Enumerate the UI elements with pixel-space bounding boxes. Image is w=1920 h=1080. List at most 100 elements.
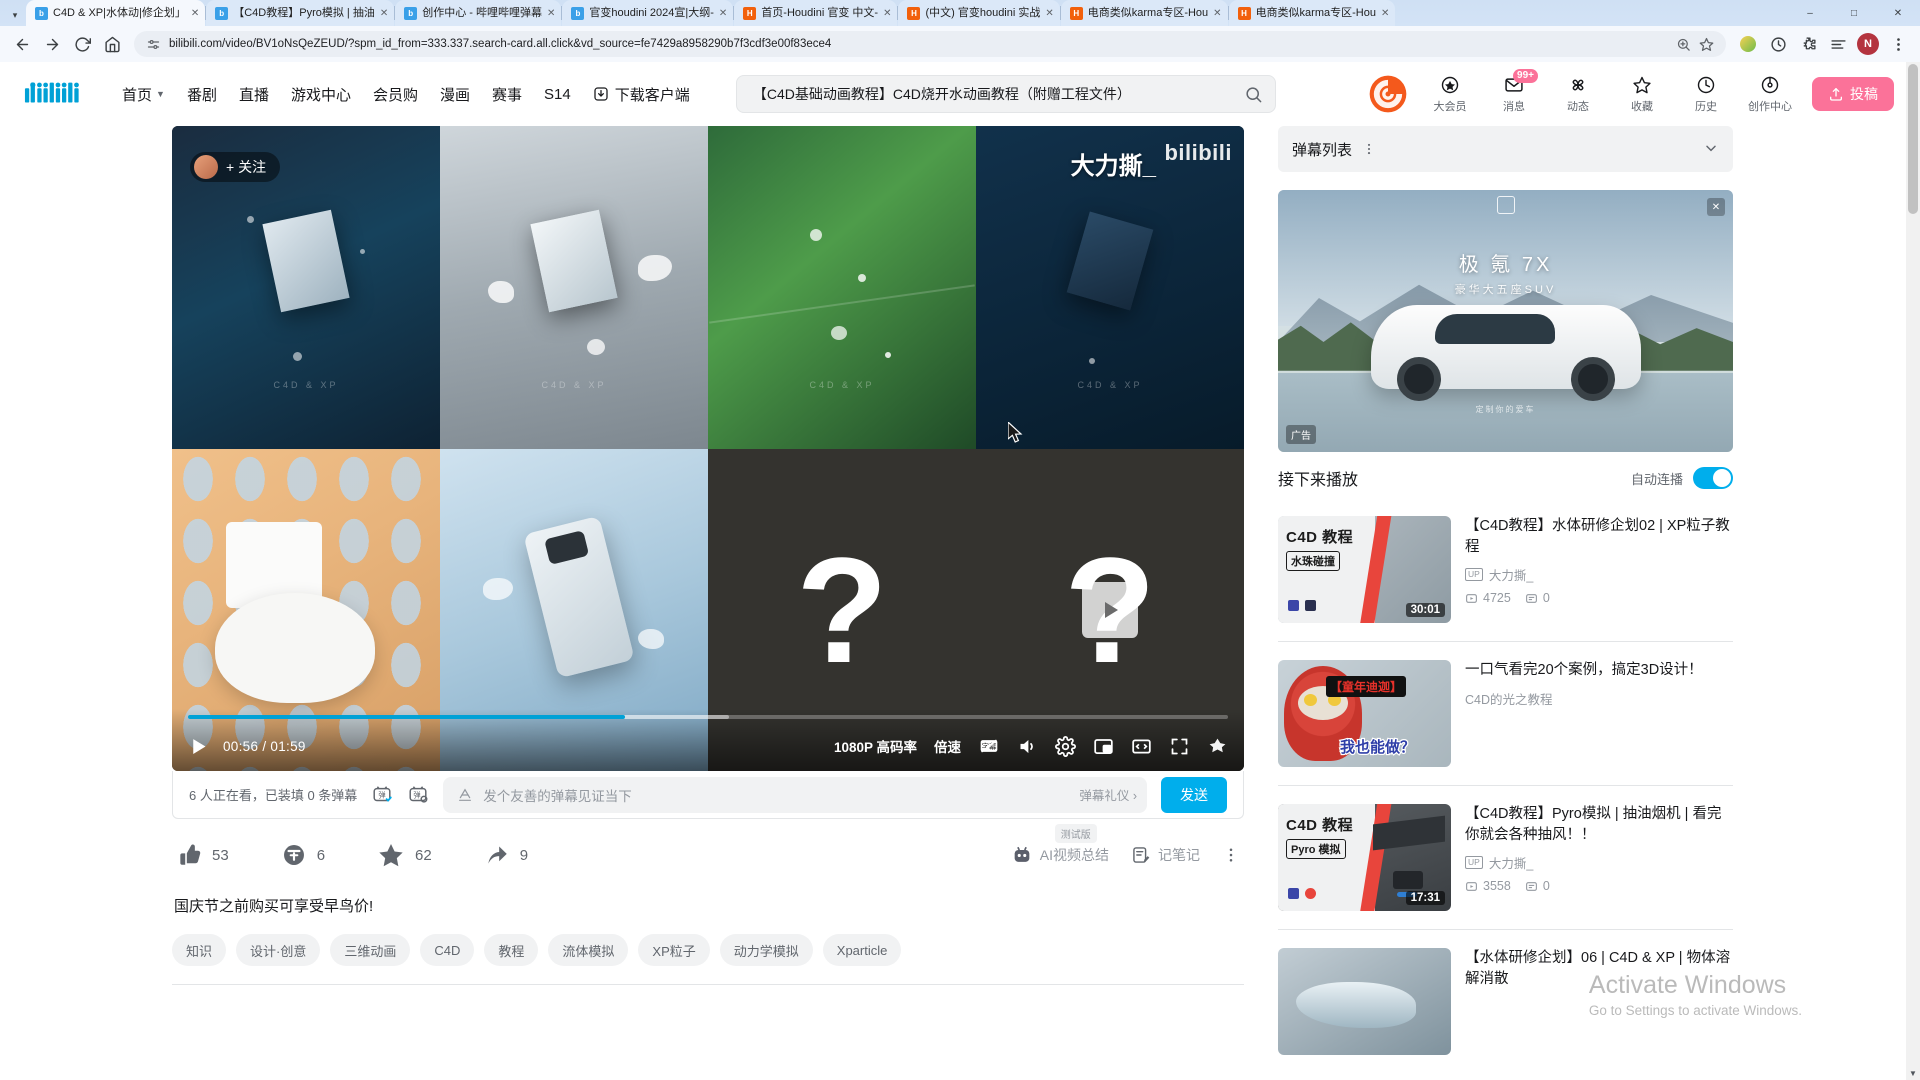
- autoplay-toggle-wrap[interactable]: 自动连播: [1631, 467, 1733, 489]
- scroll-down-icon[interactable]: ▼: [1906, 1066, 1920, 1080]
- reload-icon[interactable]: [68, 30, 96, 58]
- share-button[interactable]: 9: [484, 842, 528, 868]
- close-icon[interactable]: ✕: [380, 8, 388, 19]
- theater-icon[interactable]: [1207, 736, 1228, 757]
- tag-item[interactable]: 设计·创意: [236, 934, 321, 966]
- back-icon[interactable]: [8, 30, 36, 58]
- header-item-avatar[interactable]: [1368, 74, 1408, 114]
- send-danmaku-button[interactable]: 发送: [1161, 776, 1227, 813]
- browser-tab[interactable]: b 创作中心 - 哔哩哔哩弹幕 ✕: [395, 0, 562, 26]
- font-A-icon[interactable]: [457, 787, 473, 803]
- recommendation-uploader[interactable]: UP 大力撕_: [1465, 853, 1733, 872]
- tag-item[interactable]: Xparticle: [822, 934, 902, 966]
- forward-icon[interactable]: [38, 30, 66, 58]
- danmaku-input[interactable]: 发个友善的弹幕见证当下 弹幕礼仪 ›: [443, 776, 1147, 813]
- browser-tab[interactable]: H (中文) 官变houdini 实战 ✕: [898, 0, 1060, 26]
- tag-item[interactable]: XP粒子: [638, 934, 710, 966]
- video-thumbnail[interactable]: 【童年迪迦】 我也能做？: [1278, 660, 1451, 767]
- danmaku-placeholder[interactable]: 发个友善的弹幕见证当下: [483, 785, 1069, 805]
- bilibili-logo[interactable]: [24, 79, 100, 109]
- widescreen-icon[interactable]: [1131, 736, 1152, 757]
- more-vertical-icon[interactable]: [1222, 846, 1240, 864]
- close-icon[interactable]: ✕: [1213, 8, 1221, 19]
- tabstrip-scroll-left-icon[interactable]: ▾: [4, 4, 26, 26]
- video-thumbnail[interactable]: [1278, 948, 1451, 1055]
- danmaku-etiquette-link[interactable]: 弹幕礼仪 ›: [1079, 785, 1137, 804]
- search-bar[interactable]: 【C4D基础动画教程】C4D烧开水动画教程（附赠工程文件）: [735, 75, 1276, 113]
- browser-menu-icon[interactable]: [1884, 30, 1912, 58]
- playback-speed-selector[interactable]: 倍速: [934, 736, 961, 756]
- recommendation-uploader[interactable]: UP 大力撕_: [1465, 565, 1733, 584]
- chevron-down-icon[interactable]: [1703, 140, 1719, 159]
- upload-button[interactable]: 投稿: [1811, 77, 1894, 111]
- nav-item-gamecenter[interactable]: 游戏中心: [291, 84, 351, 105]
- nav-item-s14[interactable]: S14: [544, 86, 571, 103]
- recommendation-item[interactable]: C4D 教程 Pyro 模拟 17:31 【C4D教程】Pyro模拟 | 抽油烟…: [1278, 792, 1733, 923]
- danmaku-filter-icon[interactable]: 弹: [371, 784, 393, 806]
- pip-icon[interactable]: [1093, 736, 1114, 757]
- extension-colored-icon[interactable]: [1734, 30, 1762, 58]
- ai-summary-button[interactable]: AI视频总结: [1011, 844, 1109, 866]
- progress-bar[interactable]: [188, 715, 1228, 719]
- scrollbar-thumb[interactable]: [1908, 64, 1918, 214]
- site-settings-icon[interactable]: [146, 37, 161, 52]
- close-icon[interactable]: ✕: [1045, 8, 1053, 19]
- play-icon[interactable]: [188, 736, 209, 757]
- header-item-vip[interactable]: 大会员: [1428, 75, 1472, 114]
- header-item-creator-center[interactable]: 创作中心: [1748, 75, 1792, 114]
- coin-button[interactable]: 6: [281, 842, 325, 868]
- bookmark-star-icon[interactable]: [1699, 37, 1714, 52]
- recommendation-item[interactable]: 【水体研修企划】06 | C4D & XP | 物体溶解消散: [1278, 936, 1733, 1067]
- nav-item-manga[interactable]: 漫画: [440, 84, 470, 105]
- like-button[interactable]: 53: [176, 842, 229, 868]
- header-item-messages[interactable]: 99+ 消息: [1492, 68, 1538, 114]
- recommendation-title[interactable]: 【C4D教程】水体研修企划02 | XP粒子教程: [1465, 516, 1733, 557]
- more-vertical-icon[interactable]: [1362, 142, 1376, 156]
- nav-item-home[interactable]: 首页 ▼: [122, 84, 165, 105]
- minimize-button[interactable]: –: [1788, 0, 1832, 26]
- profile-avatar[interactable]: N: [1854, 30, 1882, 58]
- recommendation-title[interactable]: 【水体研修企划】06 | C4D & XP | 物体溶解消散: [1465, 948, 1733, 989]
- browser-tab[interactable]: H 电商类似karma专区-Hou ✕: [1060, 0, 1228, 26]
- close-icon[interactable]: ✕: [883, 8, 891, 19]
- search-icon[interactable]: [1244, 85, 1263, 104]
- video-player[interactable]: C4D & XP C4D & XP C4D & XP 大力撕_ bilibili…: [172, 126, 1244, 771]
- subtitle-icon[interactable]: 字幕: [978, 736, 1000, 756]
- home-icon[interactable]: [98, 30, 126, 58]
- tag-item[interactable]: 教程: [484, 934, 539, 966]
- reading-list-icon[interactable]: [1824, 30, 1852, 58]
- header-item-dynamic[interactable]: 动态: [1556, 75, 1600, 114]
- extensions-puzzle-icon[interactable]: [1794, 30, 1822, 58]
- gear-icon[interactable]: [1055, 735, 1076, 757]
- nav-item-anime[interactable]: 番剧: [187, 84, 217, 105]
- download-client-button[interactable]: 下载客户端: [593, 84, 690, 105]
- extension-icon[interactable]: [1764, 30, 1792, 58]
- close-icon[interactable]: ✕: [1381, 8, 1389, 19]
- tag-item[interactable]: 流体模拟: [548, 934, 629, 966]
- advertisement-card[interactable]: 极 氪 7X 豪华大五座SUV 定制你的爱车 广告 ✕: [1278, 190, 1733, 452]
- nav-item-live[interactable]: 直播: [239, 84, 269, 105]
- nav-item-esports[interactable]: 赛事: [492, 84, 522, 105]
- header-item-history[interactable]: 历史: [1684, 75, 1728, 114]
- browser-tab[interactable]: H 首页-Houdini 官变 中文- ✕: [734, 0, 898, 26]
- danmaku-settings-icon[interactable]: 弹: [407, 784, 429, 806]
- header-item-favorites[interactable]: 收藏: [1620, 75, 1664, 114]
- address-bar[interactable]: bilibili.com/video/BV1oNsQeZEUD/?spm_id_…: [134, 31, 1726, 57]
- favorite-button[interactable]: 62: [377, 841, 432, 869]
- browser-tab[interactable]: H 电商类似karma专区-Hou ✕: [1228, 0, 1396, 26]
- volume-icon[interactable]: [1017, 736, 1038, 757]
- danmaku-list-header[interactable]: 弹幕列表: [1278, 126, 1733, 172]
- video-thumbnail[interactable]: C4D 教程 Pyro 模拟 17:31: [1278, 804, 1451, 911]
- follow-button[interactable]: + 关注: [190, 152, 281, 182]
- recommendation-item[interactable]: 【童年迪迦】 我也能做？ 一口气看完20个案例，搞定3D设计！ C4D的光之教程: [1278, 648, 1733, 779]
- zoom-icon[interactable]: [1676, 37, 1691, 52]
- play-overlay-button[interactable]: [1082, 581, 1138, 638]
- tag-item[interactable]: C4D: [420, 934, 475, 966]
- recommendation-title[interactable]: 【C4D教程】Pyro模拟 | 抽油烟机 | 看完你就会各种抽风！！: [1465, 804, 1733, 845]
- autoplay-switch[interactable]: [1693, 467, 1733, 489]
- browser-tab[interactable]: b C4D & XP|水体动|修企划」 ✕: [26, 0, 206, 26]
- tag-item[interactable]: 知识: [172, 934, 227, 966]
- tag-item[interactable]: 动力学模拟: [719, 934, 813, 966]
- nav-item-membershop[interactable]: 会员购: [373, 84, 418, 105]
- close-window-button[interactable]: ✕: [1876, 0, 1920, 26]
